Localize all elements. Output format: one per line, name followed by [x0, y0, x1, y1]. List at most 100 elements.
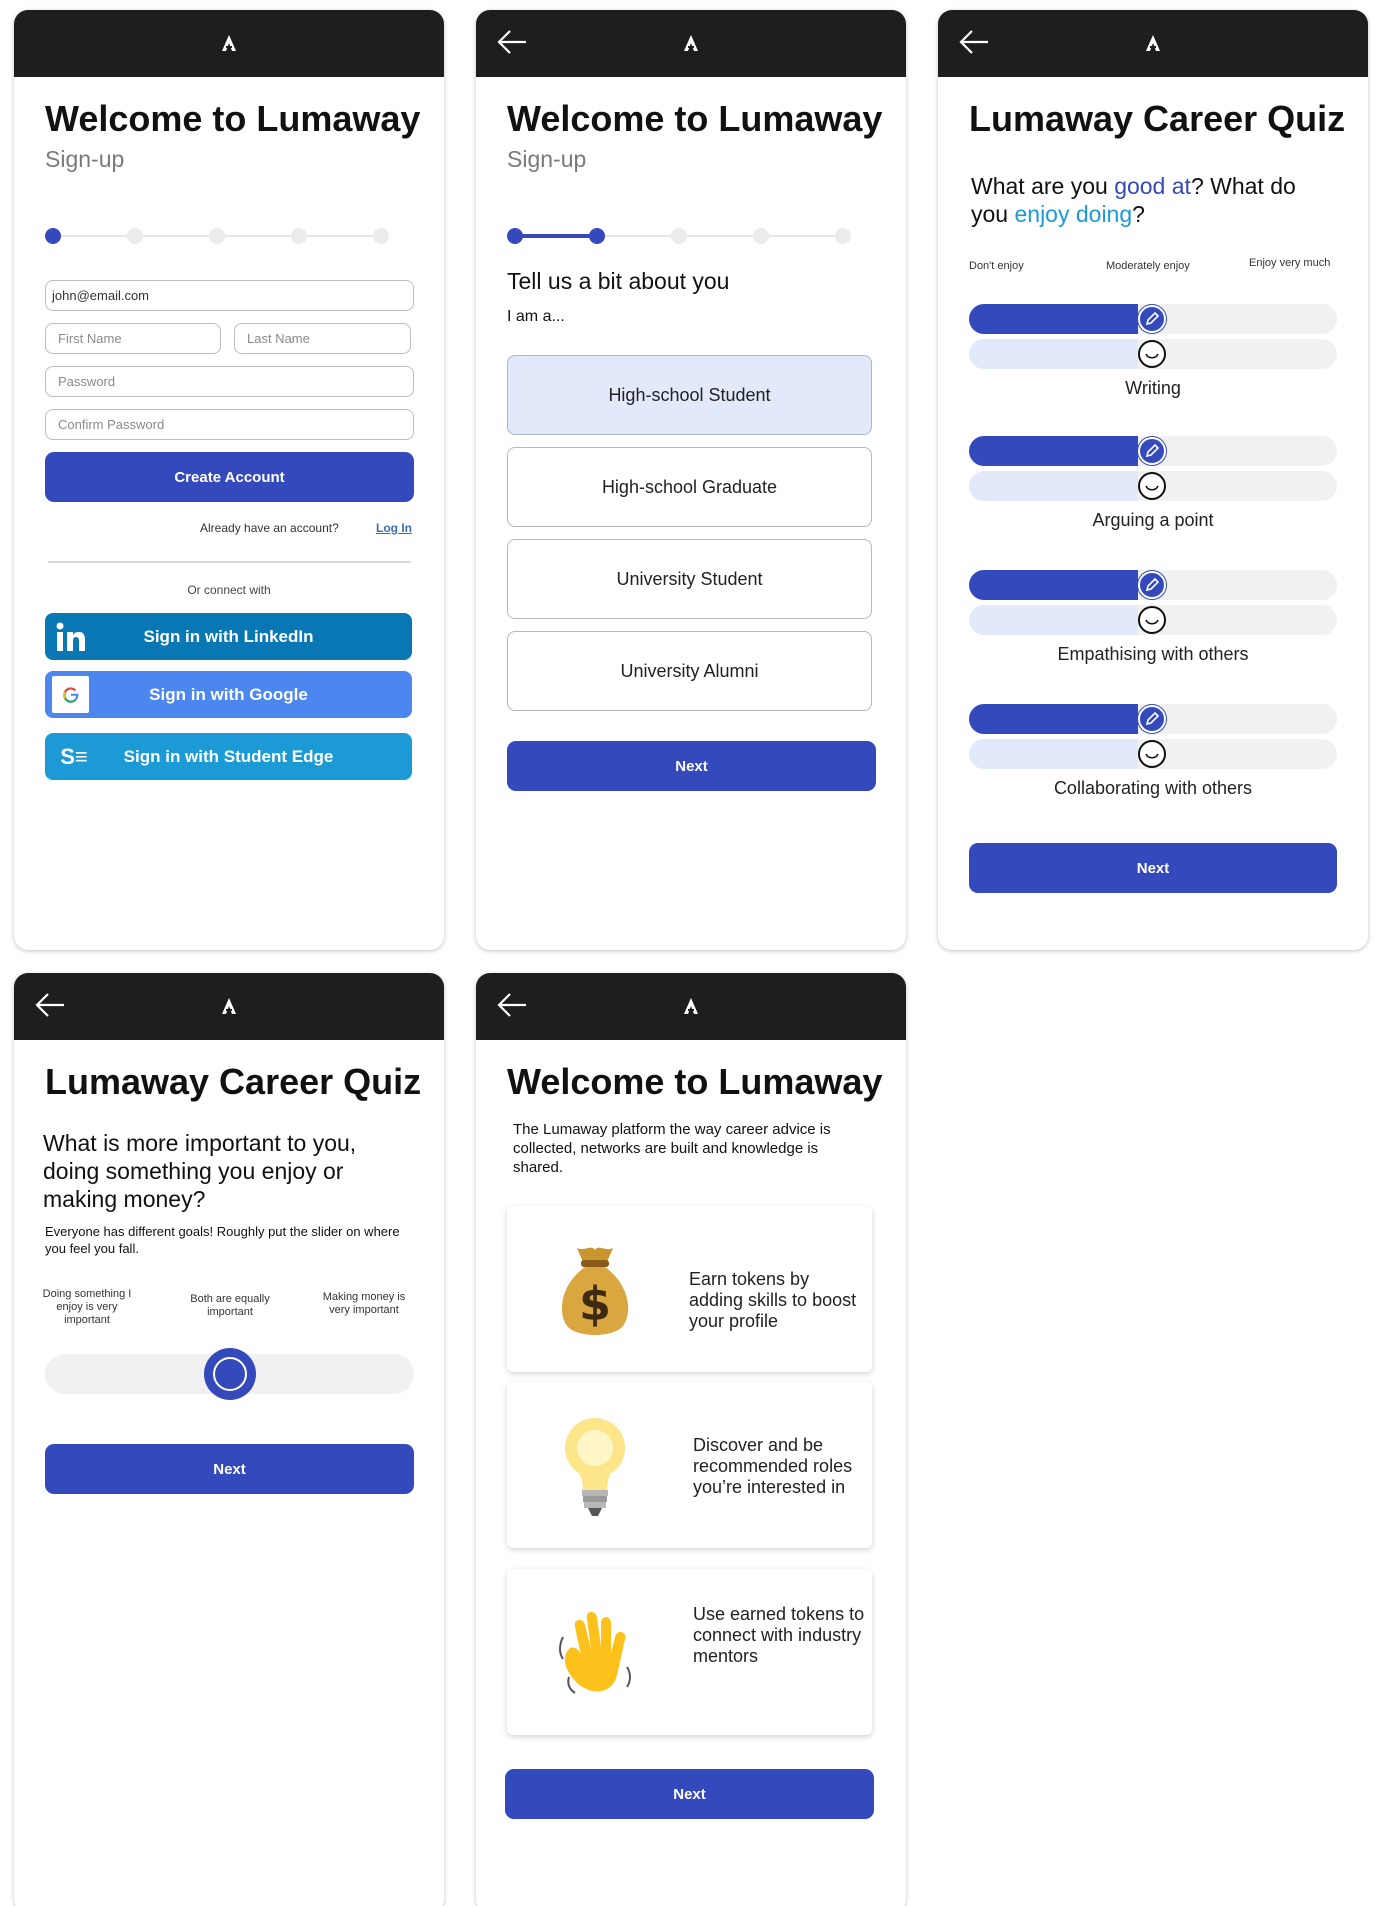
signup-screen: Welcome to Lumaway Sign-up john@email.co…	[14, 10, 444, 950]
step-dot-4	[291, 228, 307, 244]
feature-card: $ Earn tokens by adding skills to boost …	[507, 1206, 872, 1372]
option-high-school-student[interactable]: High-school Student	[507, 355, 872, 435]
skill-label: Writing	[1125, 378, 1181, 398]
enjoyment-fill	[969, 471, 1139, 501]
skills-quiz-screen: Lumaway Career Quiz What are you good at…	[938, 10, 1368, 950]
student-edge-signin-button[interactable]: S≡ Sign in with Student Edge	[45, 733, 412, 780]
option-university-alumni[interactable]: University Alumni	[507, 631, 872, 711]
svg-text:$: $	[579, 1277, 611, 1331]
enjoyment-fill	[969, 605, 1139, 635]
skill-level-slider[interactable]	[969, 304, 1337, 334]
step-dot-5	[835, 228, 851, 244]
pencil-icon[interactable]	[1138, 571, 1167, 599]
confirm-password-field[interactable]: Confirm Password	[45, 409, 414, 440]
email-field[interactable]: john@email.com	[45, 280, 414, 311]
smile-icon[interactable]	[1138, 472, 1167, 500]
page-title: Lumaway Career Quiz	[45, 1061, 422, 1102]
step-dot-3	[671, 228, 687, 244]
enjoyment-slider[interactable]	[969, 739, 1337, 769]
money-bag-icon: $	[561, 1247, 629, 1335]
quiz-question: What is more important to you, doing som…	[43, 1130, 357, 1212]
enjoy-doing-highlight: enjoy doing	[1014, 201, 1133, 227]
password-field[interactable]: Password	[45, 366, 414, 397]
smile-icon[interactable]	[1138, 340, 1167, 368]
linkedin-signin-button[interactable]: Sign in with LinkedIn	[45, 613, 412, 660]
scale-high-label: Enjoy very much	[1249, 257, 1331, 269]
platform-intro-screen: Welcome to Lumaway The Lumaway platform …	[476, 973, 906, 1906]
next-button[interactable]: Next	[507, 741, 876, 791]
enjoyment-slider[interactable]	[969, 339, 1337, 369]
slider-left-label: Doing something I enjoy is very importan…	[42, 1288, 132, 1326]
step-dot-4	[753, 228, 769, 244]
next-button[interactable]: Next	[45, 1444, 414, 1494]
skill-label: Arguing a point	[1092, 510, 1214, 530]
step-dot-3	[209, 228, 225, 244]
student-edge-label: Sign in with Student Edge	[123, 746, 334, 766]
top-bar	[14, 10, 444, 77]
last-name-field[interactable]: Last Name	[234, 323, 411, 354]
lumaway-logo-icon	[684, 35, 698, 51]
step-dot-1	[507, 228, 523, 244]
google-signin-button[interactable]: Sign in with Google	[45, 671, 412, 718]
page-title: Welcome to Lumaway	[507, 98, 883, 139]
enjoyment-slider[interactable]	[969, 471, 1337, 501]
skill-level-slider[interactable]	[969, 436, 1337, 466]
feature-card: Use earned tokens to connect with indust…	[507, 1569, 872, 1735]
scale-mid-label: Moderately enjoy	[1106, 260, 1190, 272]
prompt-text: I am a...	[507, 308, 565, 325]
step-dot-1	[45, 228, 61, 244]
priority-slider-knob[interactable]	[203, 1348, 256, 1400]
student-edge-icon: S≡	[60, 743, 88, 769]
page-subtitle: Sign-up	[507, 146, 587, 172]
quiz-question: What are you good at? What do you enjoy …	[971, 173, 1296, 227]
back-arrow-icon[interactable]	[496, 28, 528, 56]
feature-text: Use earned tokens to connect with indust…	[693, 1604, 865, 1666]
skill-label: Collaborating with others	[1053, 778, 1253, 798]
smile-icon[interactable]	[1138, 606, 1167, 634]
pencil-icon[interactable]	[1138, 705, 1167, 733]
google-icon	[52, 676, 89, 713]
priority-quiz-screen: Lumaway Career Quiz What is more importa…	[14, 973, 444, 1906]
skill-level-slider[interactable]	[969, 570, 1337, 600]
good-at-highlight: good at	[1114, 173, 1191, 199]
about-you-screen: Welcome to Lumaway Sign-up Tell us a bit…	[476, 10, 906, 950]
slider-right-label: Making money is very important	[322, 1291, 406, 1316]
linkedin-icon	[52, 618, 89, 655]
section-heading: Tell us a bit about you	[507, 268, 730, 294]
smile-icon[interactable]	[1138, 740, 1167, 768]
top-bar	[14, 973, 444, 1040]
enjoyment-slider[interactable]	[969, 605, 1337, 635]
next-button[interactable]: Next	[505, 1769, 874, 1819]
login-link[interactable]: Log In	[376, 521, 412, 535]
back-arrow-icon[interactable]	[958, 28, 990, 56]
top-bar	[938, 10, 1368, 77]
page-title: Welcome to Lumaway	[507, 1061, 883, 1102]
or-connect-text: Or connect with	[187, 583, 271, 597]
next-button[interactable]: Next	[969, 843, 1337, 893]
create-account-button[interactable]: Create Account	[45, 452, 414, 502]
page-subtitle: Sign-up	[45, 146, 125, 172]
priority-slider-track[interactable]	[45, 1348, 414, 1400]
lumaway-logo-icon	[684, 998, 698, 1014]
back-arrow-icon[interactable]	[496, 991, 528, 1019]
skill-level-slider[interactable]	[969, 704, 1337, 734]
skill-level-fill	[969, 436, 1139, 466]
google-label: Sign in with Google	[149, 684, 308, 704]
lumaway-logo-icon	[1146, 35, 1160, 51]
scale-low-label: Don't enjoy	[969, 260, 1024, 272]
skill-level-fill	[969, 304, 1139, 334]
step-dot-2	[127, 228, 143, 244]
option-university-student[interactable]: University Student	[507, 539, 872, 619]
progress-stepper	[507, 228, 851, 244]
first-name-field[interactable]: First Name	[45, 323, 221, 354]
intro-text: The Lumaway platform the way career advi…	[513, 1121, 831, 1176]
linkedin-label: Sign in with LinkedIn	[143, 626, 314, 646]
progress-stepper	[45, 228, 389, 244]
back-arrow-icon[interactable]	[34, 991, 66, 1019]
pencil-icon[interactable]	[1138, 437, 1167, 465]
option-high-school-graduate[interactable]: High-school Graduate	[507, 447, 872, 527]
skill-label: Empathising with others	[1057, 644, 1249, 664]
have-account-text: Already have an account?	[200, 521, 339, 535]
enjoyment-fill	[969, 739, 1139, 769]
pencil-icon[interactable]	[1138, 305, 1167, 333]
